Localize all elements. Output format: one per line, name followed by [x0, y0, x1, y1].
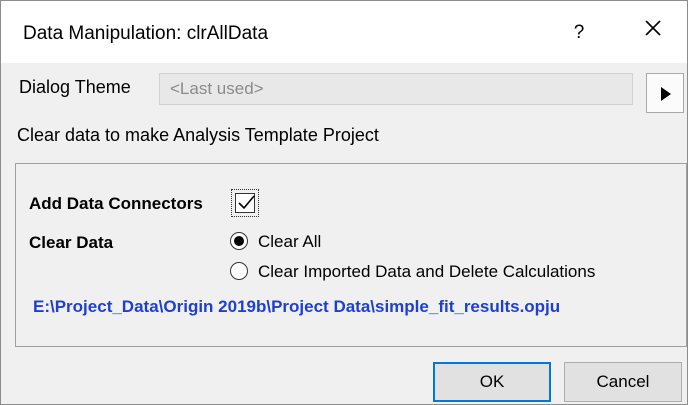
dialog-theme-value: <Last used>: [170, 79, 264, 98]
help-button[interactable]: ?: [561, 17, 597, 49]
close-icon: [645, 20, 661, 36]
checkbox-box: [235, 193, 255, 213]
clear-imported-label[interactable]: Clear Imported Data and Delete Calculati…: [258, 262, 595, 282]
ok-button[interactable]: OK: [433, 362, 551, 402]
window-title: Data Manipulation: clrAllData: [23, 23, 269, 44]
dialog-window: Data Manipulation: clrAllData ? Dialog T…: [0, 0, 688, 405]
options-group: [15, 163, 687, 347]
cancel-button[interactable]: Cancel: [564, 362, 682, 402]
clear-data-label: Clear Data: [29, 233, 114, 252]
clear-all-radio[interactable]: [230, 232, 248, 250]
dialog-theme-combo[interactable]: <Last used>: [159, 73, 633, 105]
dialog-theme-label: Dialog Theme: [19, 77, 131, 97]
clear-imported-radio[interactable]: [230, 262, 248, 280]
triangle-right-icon: [661, 87, 671, 101]
theme-menu-button[interactable]: [646, 73, 684, 113]
title-bar: Data Manipulation: clrAllData ?: [1, 1, 687, 63]
checkmark-icon: [238, 195, 255, 210]
add-data-connectors-checkbox[interactable]: [231, 189, 259, 217]
project-file-path: E:\Project_Data\Origin 2019b\Project Dat…: [33, 297, 561, 316]
add-data-connectors-label: Add Data Connectors: [29, 194, 203, 213]
dialog-description: Clear data to make Analysis Template Pro…: [17, 125, 379, 145]
radio-selected-dot: [234, 236, 244, 246]
clear-all-label[interactable]: Clear All: [258, 232, 321, 252]
close-button[interactable]: [635, 17, 671, 49]
